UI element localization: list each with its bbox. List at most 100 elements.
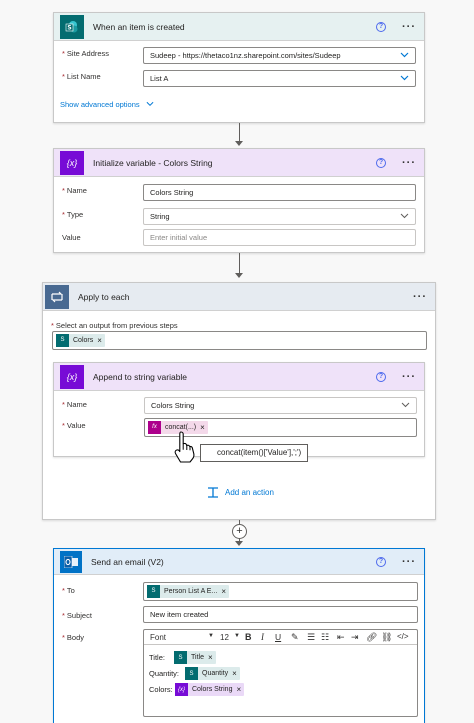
sharepoint-icon: S (60, 14, 84, 39)
chevron-down-icon (400, 213, 409, 221)
expression-tooltip: concat(item()['Value'],';') (200, 444, 309, 462)
site-address-label: * Site Address (62, 49, 110, 58)
title-token[interactable]: S Title × (174, 651, 216, 664)
pen-icon[interactable]: ✎ (291, 632, 299, 643)
chevron-down-icon (400, 52, 409, 60)
body-line-label: Quantity: (149, 669, 180, 678)
bullet-list-icon[interactable]: ☰ (307, 632, 315, 643)
font-size-dropdown[interactable]: 12 ▼ (220, 633, 240, 642)
body-line-label: Colors: (149, 685, 173, 694)
person-token[interactable]: S Person List A E... × (147, 585, 229, 598)
subject-label: * Subject (62, 611, 92, 620)
editor-toolbar: Font ▼ 12 ▼ B I U ✎ ☰ ☷ ⇤ ⇥ 🔗︎ ⛓︎ </> (144, 630, 417, 645)
variable-icon: {x} (175, 683, 188, 696)
to-label: * To (62, 586, 75, 595)
select-output-input[interactable]: S Colors × (52, 331, 427, 350)
initialize-variable-header[interactable]: {x} Initialize variable - Colors String … (54, 149, 424, 177)
connector-arrow (235, 141, 243, 146)
append-name-dropdown[interactable]: Colors String (144, 397, 417, 414)
append-to-string-title: Append to string variable (93, 371, 188, 382)
chevron-down-icon (400, 75, 409, 83)
type-label: * Type (62, 210, 84, 219)
sharepoint-icon: S (147, 585, 160, 598)
decrease-indent-icon[interactable]: ⇤ (337, 632, 345, 643)
numbered-list-icon[interactable]: ☷ (321, 632, 329, 643)
help-icon[interactable]: ? (376, 21, 386, 32)
remove-token-icon[interactable]: × (236, 685, 244, 694)
send-email-header[interactable]: Send an email (V2) ? ··· (54, 549, 424, 575)
more-options-icon[interactable]: ··· (402, 21, 416, 32)
increase-indent-icon[interactable]: ⇥ (351, 632, 359, 643)
help-icon[interactable]: ? (376, 371, 386, 382)
code-view-icon[interactable]: </> (397, 632, 409, 641)
trigger-card-header[interactable]: S When an item is created ? ··· (54, 13, 424, 41)
append-to-string-card: {x} Append to string variable ? ··· * Nam… (53, 362, 425, 457)
initialize-variable-title: Initialize variable - Colors String (93, 157, 213, 168)
list-name-dropdown[interactable]: List A (143, 70, 416, 87)
more-options-icon[interactable]: ··· (413, 291, 427, 302)
add-an-action-button[interactable]: Add an action (207, 487, 274, 498)
variable-type-dropdown[interactable]: String (143, 208, 416, 225)
append-to-string-header[interactable]: {x} Append to string variable ? ··· (54, 363, 424, 391)
variable-name-input[interactable]: Colors String (143, 184, 416, 201)
trigger-card: S When an item is created ? ··· * Site Ad… (53, 12, 425, 123)
chevron-down-icon (146, 101, 154, 107)
insert-step-button[interactable]: + (232, 524, 247, 539)
colors-string-token[interactable]: {x} Colors String × (175, 683, 245, 696)
apply-to-each-card: Apply to each ··· * Select an output from… (42, 282, 436, 520)
remove-token-icon[interactable]: × (200, 420, 208, 435)
colors-token[interactable]: S Colors × (56, 334, 105, 347)
site-address-dropdown[interactable]: Sudeep - https://thetaco1nz.sharepoint.c… (143, 47, 416, 64)
body-editor[interactable]: Font ▼ 12 ▼ B I U ✎ ☰ ☷ ⇤ ⇥ 🔗︎ ⛓︎ </> Titl… (143, 629, 418, 717)
initialize-variable-card: {x} Initialize variable - Colors String … (53, 148, 425, 253)
variable-value-input[interactable]: Enter initial value (143, 229, 416, 246)
connector-line (239, 253, 240, 273)
underline-button[interactable]: U (275, 632, 281, 642)
connector-line (239, 123, 240, 141)
unlink-icon[interactable]: ⛓︎ (381, 632, 392, 643)
help-icon[interactable]: ? (376, 157, 386, 168)
add-action-icon (208, 487, 218, 498)
list-name-label: * List Name (62, 72, 101, 81)
more-options-icon[interactable]: ··· (402, 157, 416, 168)
value-label: Value (62, 233, 81, 242)
select-output-label: * Select an output from previous steps (51, 321, 178, 330)
connector-arrow (235, 541, 243, 546)
quantity-token[interactable]: S Quantity × (185, 667, 240, 680)
remove-token-icon[interactable]: × (232, 669, 240, 678)
subject-input[interactable]: New item created (143, 606, 418, 623)
apply-to-each-title: Apply to each (78, 291, 130, 302)
italic-button[interactable]: I (261, 632, 264, 642)
send-email-card: Send an email (V2) ? ··· * To S Person Li… (53, 548, 425, 723)
font-dropdown[interactable]: Font ▼ (150, 633, 214, 642)
more-options-icon[interactable]: ··· (402, 556, 416, 567)
connector-arrow (235, 273, 243, 278)
function-icon: fx (148, 421, 161, 434)
loop-icon (45, 284, 69, 309)
to-input[interactable]: S Person List A E... × (143, 582, 418, 601)
show-advanced-options-link[interactable]: Show advanced options (60, 100, 154, 109)
trigger-title: When an item is created (93, 21, 185, 32)
remove-token-icon[interactable]: × (97, 333, 105, 348)
help-icon[interactable]: ? (376, 556, 386, 567)
name-label: * Name (62, 400, 87, 409)
more-options-icon[interactable]: ··· (402, 371, 416, 382)
body-line-label: Title: (149, 653, 165, 662)
bold-button[interactable]: B (245, 632, 252, 642)
body-label: * Body (62, 633, 85, 642)
outlook-icon (60, 550, 82, 573)
sharepoint-icon: S (185, 667, 198, 680)
remove-token-icon[interactable]: × (221, 584, 229, 599)
link-icon[interactable]: 🔗︎ (366, 632, 377, 643)
value-label: * Value (62, 421, 86, 430)
apply-to-each-header[interactable]: Apply to each ··· (43, 283, 435, 311)
remove-token-icon[interactable]: × (208, 653, 216, 662)
variable-icon: {x} (60, 150, 84, 175)
variable-icon: {x} (60, 364, 84, 389)
sharepoint-icon: S (174, 651, 187, 664)
hand-cursor-icon (174, 431, 195, 463)
chevron-down-icon (401, 402, 410, 410)
sharepoint-icon: S (56, 334, 69, 347)
send-email-title: Send an email (V2) (91, 556, 164, 567)
svg-text:S: S (67, 24, 71, 31)
